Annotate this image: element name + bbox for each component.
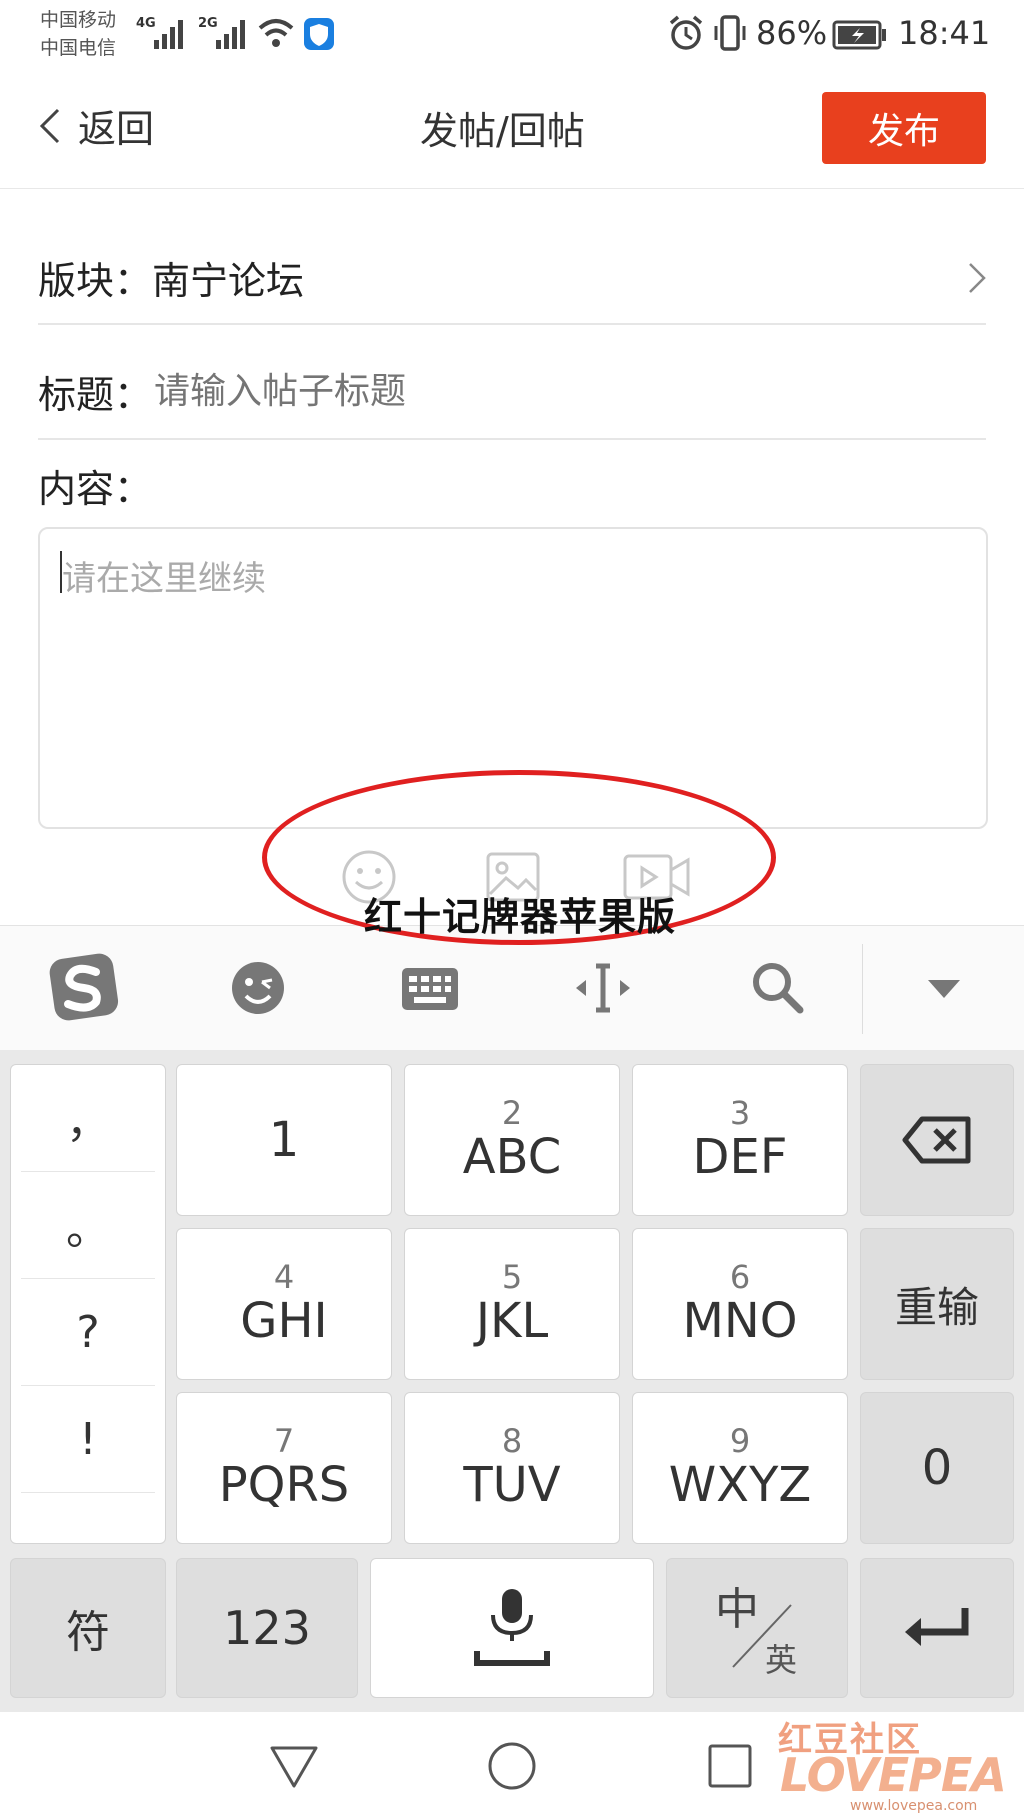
search-icon[interactable]: [750, 960, 806, 1016]
content-label: 内容：: [38, 467, 153, 511]
enter-icon: [905, 1608, 969, 1646]
divider: [862, 944, 863, 1034]
header-bar: 返回 发帖/回帖 发布: [0, 72, 1024, 189]
content-placeholder: 请在这里继续: [62, 559, 266, 599]
title-input[interactable]: [152, 369, 917, 413]
back-label: 返回: [78, 107, 155, 151]
collapse-keyboard-icon[interactable]: [926, 978, 962, 1000]
keyboard-icon[interactable]: [400, 966, 460, 1012]
carrier-2: 中国电信: [40, 37, 117, 59]
battery-icon: [832, 20, 886, 50]
back-button[interactable]: 返回: [36, 98, 154, 153]
battery-percent: 86%: [756, 14, 828, 52]
section-label: 版块：: [38, 259, 153, 303]
numbers-key[interactable]: 123: [176, 1558, 358, 1698]
emoticon-icon[interactable]: [230, 960, 286, 1016]
cursor-move-icon[interactable]: [572, 960, 634, 1016]
publish-button[interactable]: 发布: [822, 92, 986, 164]
backspace-key[interactable]: [860, 1064, 1014, 1216]
back-nav-icon[interactable]: [268, 1742, 320, 1790]
shield-icon: [304, 18, 334, 50]
retype-key[interactable]: 重输: [860, 1228, 1014, 1380]
backspace-icon: [902, 1116, 971, 1164]
punct-key[interactable]: !: [21, 1386, 155, 1493]
divider: [38, 323, 986, 325]
keyboard: ， 。 ? ! 1 2 ABC 3 DEF 4 GHI 5 JKL 6 MNO …: [0, 1050, 1024, 1712]
key-def[interactable]: 3 DEF: [632, 1064, 848, 1216]
signal-icon-2: [216, 20, 245, 49]
title-label: 标题：: [38, 372, 153, 417]
status-bar: 中国移动 中国电信 4G 2G 86% 18:41: [0, 0, 1024, 72]
carrier-1: 中国移动: [40, 9, 117, 31]
key-wxyz[interactable]: 9 WXYZ: [632, 1392, 848, 1544]
enter-key[interactable]: [860, 1558, 1014, 1698]
punct-key[interactable]: 。: [21, 1172, 155, 1279]
key-abc[interactable]: 2 ABC: [404, 1064, 620, 1216]
watermark-en: LOVEPEA: [780, 1748, 1007, 1802]
recents-nav-icon[interactable]: [706, 1742, 754, 1790]
home-nav-icon[interactable]: [486, 1740, 538, 1792]
vibrate-icon: [714, 15, 746, 51]
key-0[interactable]: 0: [860, 1392, 1014, 1544]
punct-key[interactable]: ，: [21, 1065, 155, 1172]
sogou-logo-icon[interactable]: [48, 952, 122, 1024]
section-value: 南宁论坛: [152, 259, 305, 303]
space-key[interactable]: [370, 1558, 654, 1698]
navigation-bar: 红豆社区 LOVEPEA www.lovepea.com: [0, 1712, 1024, 1820]
key-tuv[interactable]: 8 TUV: [404, 1392, 620, 1544]
microphone-icon: [474, 1589, 550, 1666]
wifi-icon: [258, 19, 294, 47]
overlay-caption: 红十记牌器苹果版: [364, 895, 677, 939]
divider: [38, 438, 986, 440]
key-ghi[interactable]: 4 GHI: [176, 1228, 392, 1380]
key-mno[interactable]: 6 MNO: [632, 1228, 848, 1380]
title-row: 标题：: [38, 356, 988, 426]
punctuation-column[interactable]: ， 。 ? !: [10, 1064, 166, 1544]
symbols-key[interactable]: 符: [10, 1558, 166, 1698]
chevron-right-icon: [969, 263, 986, 293]
key-jkl[interactable]: 5 JKL: [404, 1228, 620, 1380]
key-pqrs[interactable]: 7 PQRS: [176, 1392, 392, 1544]
page-title: 发帖/回帖: [420, 109, 585, 153]
signal-icon-1: [154, 20, 183, 49]
watermark-url: www.lovepea.com: [850, 1798, 978, 1814]
chevron-left-icon: [39, 108, 60, 143]
alarm-icon: [669, 15, 703, 50]
section-selector[interactable]: 版块：南宁论坛: [38, 250, 988, 322]
language-switch-key[interactable]: 中 英: [666, 1558, 848, 1698]
key-1[interactable]: 1: [176, 1064, 392, 1216]
clock: 18:41: [898, 14, 991, 52]
punct-key[interactable]: ?: [21, 1279, 155, 1386]
